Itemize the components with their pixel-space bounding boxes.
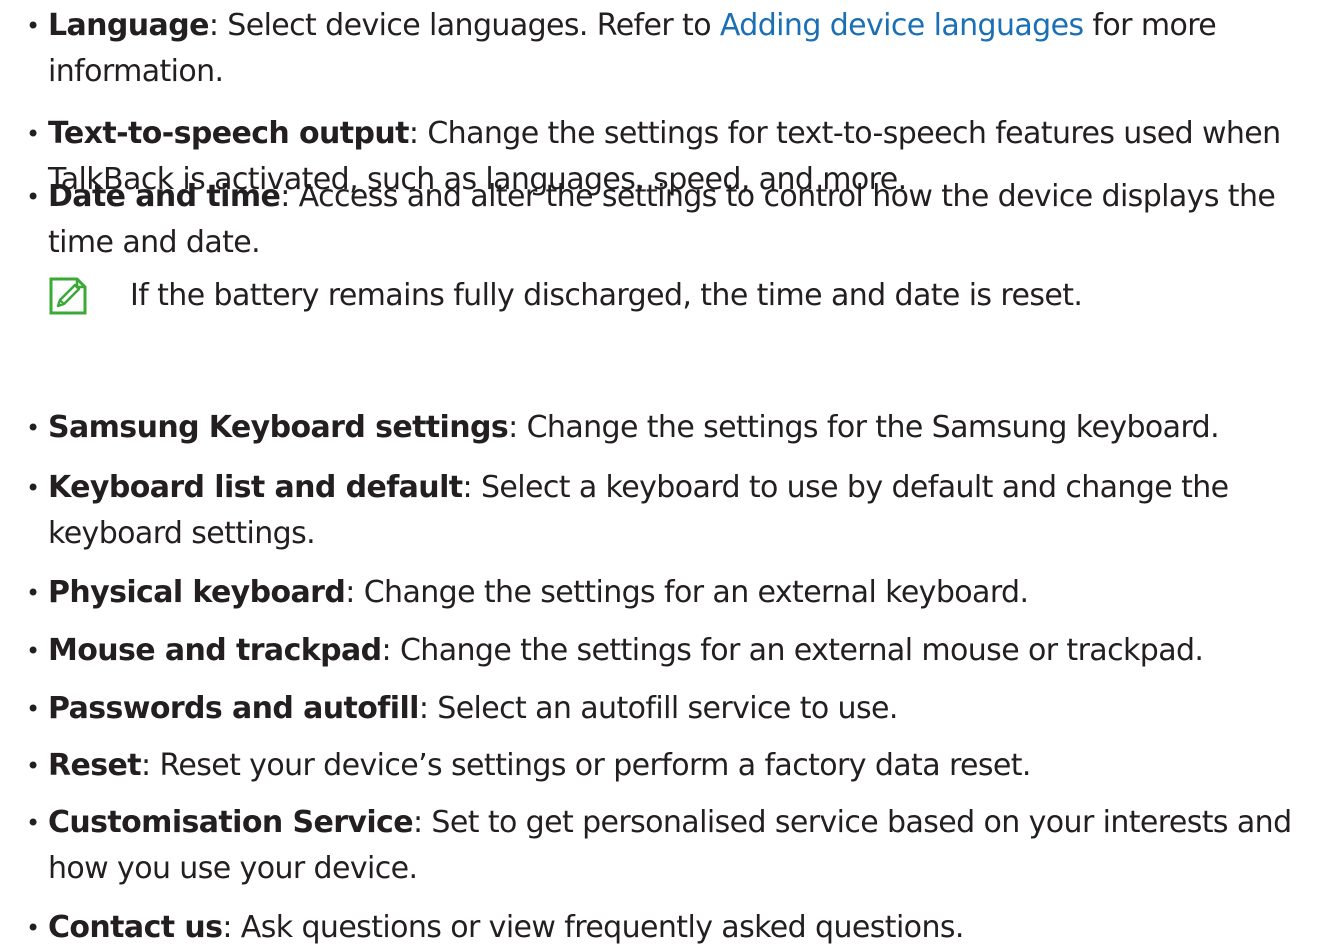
- item-desc: : Change the settings for an external ke…: [345, 575, 1029, 610]
- item-term: Customisation Service: [48, 805, 414, 840]
- note-box: If the battery remains fully discharged,…: [48, 276, 1318, 316]
- list-item-mouse-and-trackpad: • Mouse and trackpad: Change the setting…: [26, 628, 1318, 674]
- list-item-keyboard-list-and-default: • Keyboard list and default: Select a ke…: [26, 465, 1318, 557]
- item-term: Physical keyboard: [48, 575, 346, 610]
- list-item-language: • Language: Select device languages. Ref…: [26, 3, 1318, 95]
- list-item-contact-us: • Contact us: Ask questions or view freq…: [26, 905, 1318, 951]
- adding-device-languages-link[interactable]: Adding device languages: [720, 8, 1084, 43]
- item-term: Keyboard list and default: [48, 470, 463, 505]
- bullet: •: [26, 809, 40, 837]
- bullet: •: [26, 579, 40, 607]
- item-term: Date and time: [48, 179, 281, 214]
- item-desc: : Select device languages. Refer to: [208, 8, 720, 43]
- item-term: Language: [48, 8, 209, 43]
- list-item-passwords-and-autofill: • Passwords and autofill: Select an auto…: [26, 686, 1318, 732]
- bullet: •: [26, 752, 40, 780]
- bullet: •: [26, 120, 40, 148]
- item-term: Samsung Keyboard settings: [48, 410, 509, 445]
- bullet: •: [26, 637, 40, 665]
- list-item-customisation-service: • Customisation Service: Set to get pers…: [26, 800, 1318, 892]
- bullet: •: [26, 12, 40, 40]
- note-text: If the battery remains fully discharged,…: [130, 278, 1083, 313]
- item-term: Reset: [48, 748, 142, 783]
- item-desc: : Reset your device’s settings or perfor…: [141, 748, 1031, 783]
- item-term: Contact us: [48, 910, 223, 945]
- bullet: •: [26, 695, 40, 723]
- item-term: Mouse and trackpad: [48, 633, 382, 668]
- list-item-physical-keyboard: • Physical keyboard: Change the settings…: [26, 570, 1318, 616]
- bullet: •: [26, 183, 40, 211]
- bullet: •: [26, 414, 40, 442]
- item-desc: : Ask questions or view frequently asked…: [222, 910, 964, 945]
- note-pencil-icon: [48, 276, 88, 316]
- bullet: •: [26, 474, 40, 502]
- list-item-reset: • Reset: Reset your device’s settings or…: [26, 743, 1318, 789]
- settings-list-page: • Language: Select device languages. Ref…: [0, 0, 1330, 951]
- list-item-date-and-time: • Date and time: Access and alter the se…: [26, 174, 1318, 266]
- item-desc: : Change the settings for an external mo…: [381, 633, 1204, 668]
- item-term: Passwords and autofill: [48, 691, 419, 726]
- item-term: Text-to-speech output: [48, 116, 409, 151]
- bullet: •: [26, 914, 40, 942]
- item-desc: : Select an autofill service to use.: [418, 691, 899, 726]
- list-item-samsung-keyboard-settings: • Samsung Keyboard settings: Change the …: [26, 405, 1318, 451]
- item-desc: : Change the settings for the Samsung ke…: [508, 410, 1220, 445]
